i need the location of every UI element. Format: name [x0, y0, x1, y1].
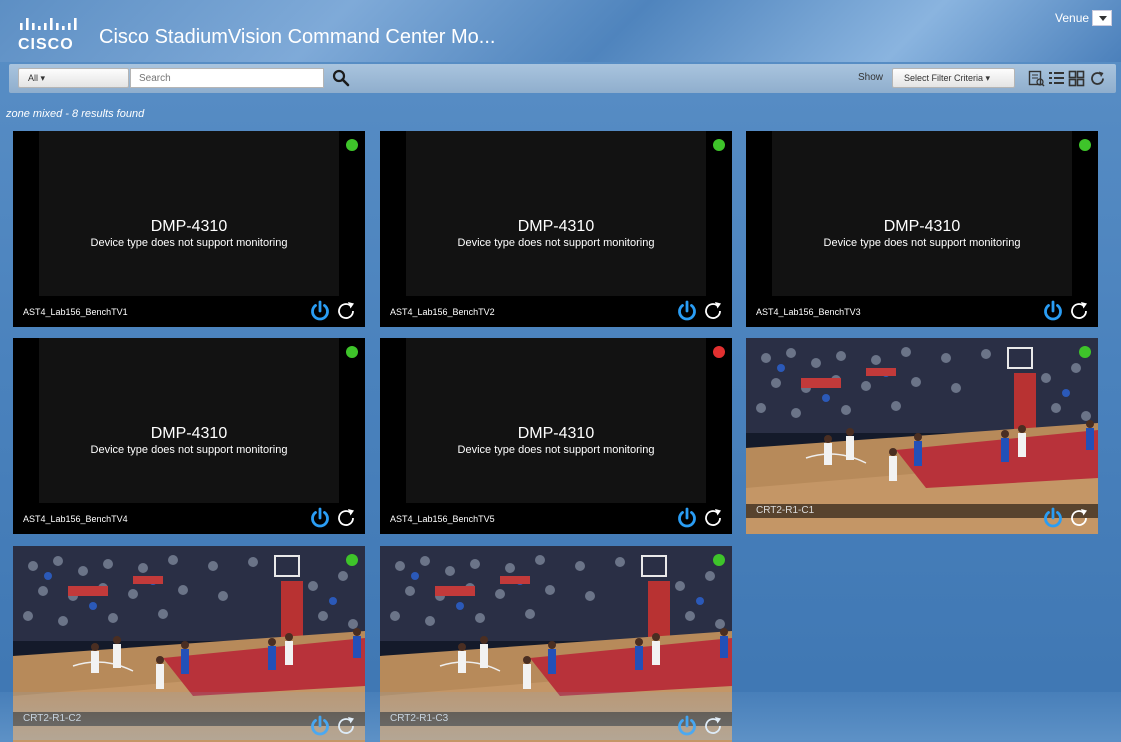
power-icon[interactable] [309, 507, 331, 529]
device-name: CRT2-R1-C1 [756, 505, 815, 516]
device-message: Device type does not support monitoring [90, 237, 288, 249]
device-name: AST4_Lab156_BenchTV5 [390, 514, 495, 524]
device-model: DMP-4310 [517, 425, 595, 442]
refresh-icon[interactable] [1068, 300, 1090, 322]
device-name: AST4_Lab156_BenchTV2 [390, 307, 495, 317]
power-icon[interactable] [676, 300, 698, 322]
background-band [0, 692, 1121, 740]
power-icon[interactable] [676, 507, 698, 529]
status-dot [1079, 139, 1091, 151]
device-screen [406, 338, 706, 503]
status-dot [713, 346, 725, 358]
device-tile[interactable]: DMP-4310 Device type does not support mon… [380, 131, 732, 327]
device-message: Device type does not support monitoring [457, 444, 655, 456]
cisco-logo: CISCO [18, 14, 82, 54]
refresh-icon[interactable] [335, 300, 357, 322]
device-tile[interactable]: DMP-4310 Device type does not support mon… [13, 338, 365, 534]
device-screen [406, 131, 706, 296]
status-dot [346, 139, 358, 151]
device-tile[interactable]: CRT2-R1-C1 [746, 338, 1098, 534]
detail-view-icon[interactable] [1028, 70, 1045, 87]
device-model: DMP-4310 [150, 218, 228, 235]
status-dot [346, 554, 358, 566]
refresh-icon[interactable] [1089, 70, 1106, 87]
results-summary: zone mixed - 8 results found [6, 108, 145, 120]
device-model: DMP-4310 [517, 218, 595, 235]
power-icon[interactable] [1042, 300, 1064, 322]
device-tile[interactable]: DMP-4310 Device type does not support mon… [13, 131, 365, 327]
app-title: Cisco StadiumVision Command Center Mo... [99, 26, 496, 48]
venue-label: Venue [1055, 11, 1090, 25]
device-message: Device type does not support monitoring [457, 237, 655, 249]
power-icon[interactable] [309, 300, 331, 322]
device-model: DMP-4310 [883, 218, 961, 235]
cisco-logo-bars [20, 18, 77, 30]
device-screen [39, 338, 339, 503]
app-header: CISCO Cisco StadiumVision Command Center… [0, 0, 1121, 62]
all-dropdown[interactable]: All ▾ [18, 68, 129, 88]
logo-wordmark: CISCO [18, 36, 74, 53]
refresh-icon[interactable] [1068, 507, 1090, 529]
show-label: Show [858, 72, 884, 83]
device-name: AST4_Lab156_BenchTV1 [23, 307, 128, 317]
refresh-icon[interactable] [702, 507, 724, 529]
search-icon[interactable] [332, 69, 350, 87]
device-message: Device type does not support monitoring [823, 237, 1021, 249]
status-dot [346, 346, 358, 358]
power-icon[interactable] [1042, 507, 1064, 529]
filter-criteria-dropdown[interactable]: Select Filter Criteria ▾ [892, 68, 1015, 88]
grid-view-icon[interactable] [1068, 70, 1085, 87]
list-view-icon[interactable] [1048, 70, 1065, 87]
refresh-icon[interactable] [702, 300, 724, 322]
venue-dropdown[interactable] [1092, 10, 1112, 26]
device-message: Device type does not support monitoring [90, 444, 288, 456]
device-model: DMP-4310 [150, 425, 228, 442]
toolbar: All ▾ Show Select Filter Criteria ▾ [9, 64, 1116, 93]
device-screen [772, 131, 1072, 296]
device-tile[interactable]: DMP-4310 Device type does not support mon… [380, 338, 732, 534]
status-dot [713, 554, 725, 566]
device-name: AST4_Lab156_BenchTV3 [756, 307, 861, 317]
search-input[interactable] [130, 68, 324, 88]
status-dot [713, 139, 725, 151]
status-dot [1079, 346, 1091, 358]
device-tile[interactable]: DMP-4310 Device type does not support mon… [746, 131, 1098, 327]
device-screen [39, 131, 339, 296]
refresh-icon[interactable] [335, 507, 357, 529]
device-name: AST4_Lab156_BenchTV4 [23, 514, 128, 524]
